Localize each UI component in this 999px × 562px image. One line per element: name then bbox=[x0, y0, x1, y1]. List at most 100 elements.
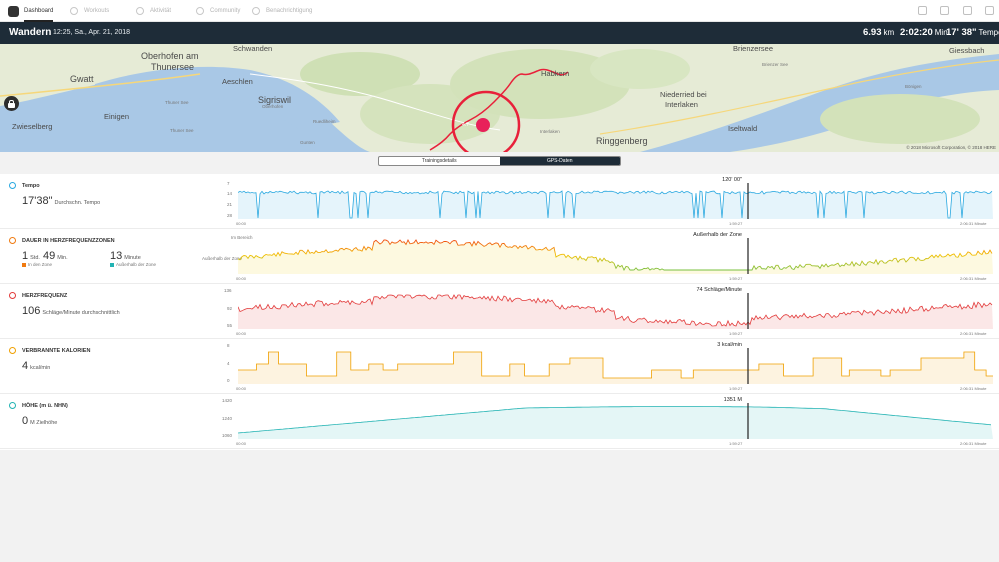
calories-ytick: 8 bbox=[227, 343, 230, 348]
trash-icon[interactable] bbox=[940, 6, 949, 15]
tempo-ytick: 7 bbox=[227, 181, 230, 186]
tempo-chart[interactable]: 7 14 21 28 120' 00" 00:00 1:59:27 2:06:3… bbox=[222, 174, 999, 229]
altitude-ytick: 1060 bbox=[222, 433, 233, 438]
calories-xtick-start: 00:00 bbox=[236, 386, 247, 391]
heartrate-title: HERZFREQUENZ bbox=[22, 293, 68, 299]
calories-info: VERBRANNTE KALORIEN 4 kcal/min bbox=[0, 339, 220, 394]
tempo-title: Tempo bbox=[22, 183, 40, 189]
heartrate-value-number: 106 bbox=[22, 305, 41, 317]
nav-community[interactable]: Community bbox=[196, 0, 240, 22]
hrzones-area bbox=[238, 240, 993, 274]
map-label: Bönigen bbox=[905, 84, 922, 89]
map-label: Iseltwald bbox=[728, 124, 758, 133]
distance-unit: km bbox=[883, 28, 895, 37]
nav-workouts[interactable]: Workouts bbox=[70, 0, 109, 22]
altitude-panel: HÖHE (m ü. NHN) 0M Zielhöhe 1420 1240 10… bbox=[0, 394, 999, 449]
tempo-ytick: 21 bbox=[227, 202, 233, 207]
hrzones-ytick: Außerhalb der Zone bbox=[202, 256, 243, 261]
map-copyright: © 2018 Microsoft Corporation, © 2018 HER… bbox=[906, 145, 996, 150]
heartrate-panel: HERZFREQUENZ 106 Schläge/Minute durchschn… bbox=[0, 284, 999, 339]
nav-benachrichtigung-label: Benachrichtigung bbox=[266, 8, 313, 14]
sync-icon[interactable] bbox=[985, 6, 994, 15]
tab-gps-daten[interactable]: GPS-Daten bbox=[499, 157, 620, 165]
zone-icon bbox=[9, 237, 16, 244]
flame-icon bbox=[9, 347, 16, 354]
workout-header: Wandern 12:25, Sa., Apr. 21, 2018 6.93 km… bbox=[0, 22, 999, 44]
heartrate-chart[interactable]: 136 92 55 74 Schläge/Minute 00:00 1:59:2… bbox=[222, 284, 999, 339]
altitude-title: HÖHE (m ü. NHN) bbox=[22, 403, 68, 409]
hrzones-xtick-cursor: 1:59:27 bbox=[729, 276, 743, 281]
map-label: Niederried bei bbox=[660, 90, 707, 99]
pace-value: 17' 38" bbox=[946, 27, 977, 38]
tempo-value: 17'38" Durchschn. Tempo bbox=[22, 195, 100, 207]
tempo-cursor-value: 120' 00" bbox=[722, 177, 742, 183]
route-map[interactable]: 4.7 Oberhofen am Thunersee Gwatt Schwand… bbox=[0, 44, 999, 152]
hrzones-out-minutes: 13 bbox=[110, 250, 123, 262]
altitude-xtick-cursor: 1:59:27 bbox=[729, 441, 743, 446]
calories-area bbox=[238, 352, 993, 384]
heartrate-area bbox=[238, 295, 993, 329]
heartrate-xtick-start: 00:00 bbox=[236, 331, 247, 336]
nav-community-label: Community bbox=[210, 8, 241, 14]
view-toggle: Trainingsdetails GPS-Daten bbox=[378, 156, 621, 166]
hrzones-chart[interactable]: Im Bereich Außerhalb der Zone Außerhalb … bbox=[202, 229, 999, 284]
map-label: Gwatt bbox=[70, 74, 94, 84]
app-logo-icon[interactable] bbox=[8, 6, 19, 17]
calories-cursor-value: 3 kcal/min bbox=[717, 342, 742, 348]
heartrate-info: HERZFREQUENZ 106 Schläge/Minute durchschn… bbox=[0, 284, 220, 339]
map-label: Brienzer See bbox=[762, 62, 789, 67]
altitude-chart-svg bbox=[238, 403, 993, 439]
altitude-chart[interactable]: 1420 1240 1060 1351 M 00:00 1:59:27 2:06… bbox=[222, 394, 999, 449]
hrzones-out-unit: Minute bbox=[124, 255, 141, 261]
calories-chart[interactable]: 8 4 0 3 kcal/min 00:00 1:59:27 2:06:31 M… bbox=[222, 339, 999, 394]
map-label: Einigen bbox=[104, 112, 130, 121]
nav-aktivitaet[interactable]: Aktivität bbox=[136, 0, 171, 22]
map-label: Interlaken bbox=[540, 129, 560, 134]
hrzones-chart-svg bbox=[238, 238, 993, 274]
metrics-panels: Tempo 17'38" Durchschn. Tempo 7 14 21 28 … bbox=[0, 174, 999, 450]
map-label: Schwanden bbox=[233, 44, 273, 53]
map-label: Thuner See bbox=[165, 100, 189, 105]
tempo-ytick: 14 bbox=[227, 191, 233, 196]
hrzones-in-zone-text: In den Zone bbox=[28, 262, 53, 267]
calories-value-number: 4 bbox=[22, 360, 29, 372]
nav-benachrichtigung[interactable]: Benachrichtigung bbox=[252, 0, 312, 22]
altitude-info: HÖHE (m ü. NHN) 0M Zielhöhe bbox=[0, 394, 220, 449]
map-label: Oberhofen am bbox=[141, 51, 199, 61]
tempo-chart-svg bbox=[238, 183, 993, 219]
hrzones-title: DAUER IN HERZFREQUENZZONEN bbox=[22, 238, 115, 244]
calories-value: 4 kcal/min bbox=[22, 360, 50, 372]
tempo-xtick-end: 2:06:31 Minute bbox=[960, 221, 987, 226]
edit-icon[interactable] bbox=[918, 6, 927, 15]
tempo-panel: Tempo 17'38" Durchschn. Tempo 7 14 21 28 … bbox=[0, 174, 999, 229]
sport-title: Wandern bbox=[9, 27, 52, 38]
pace-unit: Tempo bbox=[978, 28, 999, 37]
hrzones-in-zone-label: In den Zone bbox=[22, 262, 52, 267]
hrzones-hours-unit: Std. bbox=[30, 255, 40, 261]
heartrate-ytick: 55 bbox=[227, 323, 233, 328]
map-label: Habkern bbox=[541, 69, 570, 78]
workout-datetime: 12:25, Sa., Apr. 21, 2018 bbox=[53, 29, 131, 36]
nav-dashboard[interactable]: Dashboard bbox=[24, 0, 54, 22]
calories-ytick: 0 bbox=[227, 378, 230, 383]
calories-title: VERBRANNTE KALORIEN bbox=[22, 348, 91, 354]
tempo-xtick-cursor: 1:59:27 bbox=[729, 221, 743, 226]
map-label: Brienzersee bbox=[733, 44, 774, 53]
hrzones-in-zone-value: 1 Std. 49 Min. bbox=[22, 250, 68, 262]
hrzones-info: DAUER IN HERZFREQUENZZONEN 1 Std. 49 Min. … bbox=[0, 229, 220, 284]
heartrate-ytick: 92 bbox=[227, 306, 233, 311]
hrzones-cursor-value: Außerhalb der Zone bbox=[693, 232, 742, 238]
heartrate-xtick-cursor: 1:59:27 bbox=[729, 331, 743, 336]
heartrate-xtick-end: 2:06:31 Minute bbox=[960, 331, 987, 336]
lock-icon[interactable] bbox=[4, 96, 19, 111]
map-label: Oberhofen bbox=[262, 104, 284, 109]
tempo-area bbox=[238, 191, 993, 219]
map-label: Zwieselberg bbox=[12, 122, 53, 131]
share-icon[interactable] bbox=[963, 6, 972, 15]
map-label: Thuner See bbox=[170, 128, 194, 133]
in-zone-swatch bbox=[22, 262, 26, 267]
tab-trainingsdetails[interactable]: Trainingsdetails bbox=[379, 157, 500, 165]
hrzones-panel: DAUER IN HERZFREQUENZZONEN 1 Std. 49 Min. … bbox=[0, 229, 999, 284]
tempo-xtick-start: 00:00 bbox=[236, 221, 247, 226]
calories-panel: VERBRANNTE KALORIEN 4 kcal/min 8 4 0 3 kc… bbox=[0, 339, 999, 394]
